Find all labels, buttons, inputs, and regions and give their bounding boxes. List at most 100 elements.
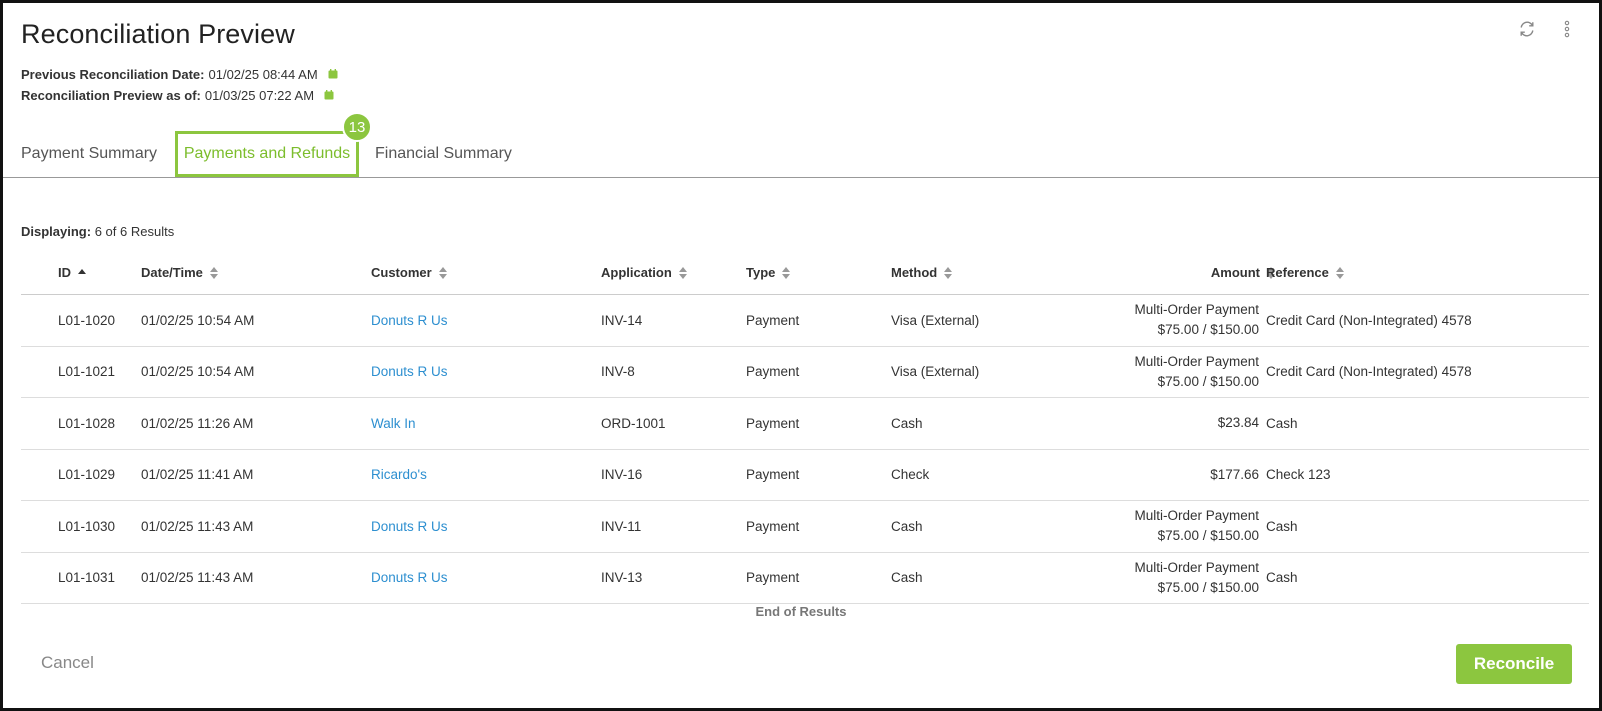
sort-icon (438, 266, 448, 280)
cell-date: 01/02/25 10:54 AM (141, 364, 255, 380)
cell-amount: Multi-Order Payment $75.00 / $150.00 (1134, 295, 1259, 346)
calendar-icon[interactable] (324, 88, 334, 103)
tab-financial-summary[interactable]: Financial Summary (371, 131, 521, 177)
cell-type: Payment (746, 312, 800, 328)
customer-link[interactable]: Donuts R Us (371, 347, 448, 398)
customer-link[interactable]: Donuts R Us (371, 295, 448, 346)
cell-method: Check (891, 467, 930, 483)
amount-line-1: Multi-Order Payment (1134, 302, 1259, 318)
cell-method: Cash (891, 518, 923, 534)
column-header-reference[interactable]: Reference (1266, 265, 1345, 280)
amount-line-2: $75.00 / $150.00 (1157, 373, 1259, 389)
column-header-label: Reference (1266, 265, 1329, 280)
tab-bar: Payment Summary Payments and Refunds Fin… (3, 123, 1599, 178)
end-of-results: End of Results (755, 604, 847, 619)
page-title: Reconciliation Preview (21, 19, 295, 49)
table-row[interactable]: L01-1028 01/02/25 11:26 AM Walk In ORD-1… (21, 398, 1589, 450)
cell-type: Payment (746, 467, 800, 483)
column-header-label: Date/Time (141, 265, 203, 280)
reconciliation-preview-panel: Reconciliation Preview Previous Reconcil… (0, 0, 1602, 711)
column-header-method[interactable]: Method (891, 265, 953, 280)
cancel-button[interactable]: Cancel (41, 653, 94, 673)
tab-payments-and-refunds[interactable]: Payments and Refunds (175, 131, 359, 177)
cell-reference: Check 123 (1266, 467, 1331, 483)
table-row[interactable]: L01-1020 01/02/25 10:54 AM Donuts R Us I… (21, 295, 1589, 347)
column-header-label: Method (891, 265, 938, 280)
cell-reference: Cash (1266, 570, 1298, 586)
cell-amount: $23.84 (1218, 398, 1259, 449)
cell-type: Payment (746, 570, 800, 586)
previous-reconciliation-label: Previous Reconciliation Date: (21, 67, 205, 82)
cell-amount: Multi-Order Payment $75.00 / $150.00 (1134, 347, 1259, 398)
table-header: ID Date/Time Customer Application Type M… (21, 253, 1589, 295)
cell-application: INV-8 (601, 364, 635, 380)
cell-method: Cash (891, 570, 923, 586)
amount-line-1: $23.84 (1217, 415, 1259, 431)
customer-link[interactable]: Walk In (371, 398, 416, 449)
preview-as-of-value: 01/03/25 07:22 AM (204, 88, 315, 103)
previous-reconciliation-value: 01/02/25 08:44 AM (208, 67, 318, 82)
column-header-date[interactable]: Date/Time (141, 265, 219, 280)
cell-id: L01-1021 (58, 364, 116, 380)
table-row[interactable]: L01-1029 01/02/25 11:41 AM Ricardo's INV… (21, 450, 1589, 501)
cell-reference: Cash (1266, 518, 1298, 534)
cell-amount: $177.66 (1210, 450, 1259, 501)
amount-line-1: Multi-Order Payment (1134, 559, 1259, 575)
sort-icon (209, 266, 219, 280)
amount-line-2: $75.00 / $150.00 (1157, 528, 1259, 544)
calendar-icon[interactable] (328, 67, 338, 82)
cell-application: ORD-1001 (601, 415, 666, 431)
column-header-label: ID (58, 265, 71, 280)
cell-id: L01-1028 (58, 415, 116, 431)
cell-method: Visa (External) (891, 312, 980, 328)
sort-icon (1335, 266, 1345, 280)
column-header-id[interactable]: ID (58, 265, 87, 280)
cell-amount: Multi-Order Payment $75.00 / $150.00 (1134, 501, 1259, 552)
cell-method: Cash (891, 415, 923, 431)
refresh-icon[interactable] (1517, 19, 1537, 39)
step-badge: 13 (342, 112, 372, 142)
customer-link[interactable]: Donuts R Us (371, 501, 448, 552)
table-row[interactable]: L01-1031 01/02/25 11:43 AM Donuts R Us I… (21, 553, 1589, 604)
cell-application: INV-14 (601, 312, 643, 328)
tab-payment-summary[interactable]: Payment Summary (21, 131, 161, 177)
column-header-type[interactable]: Type (746, 265, 791, 280)
customer-link[interactable]: Donuts R Us (371, 553, 448, 604)
cell-application: INV-11 (601, 518, 642, 534)
more-vertical-icon[interactable] (1557, 19, 1577, 39)
amount-line-2: $75.00 / $150.00 (1157, 579, 1259, 595)
results-count: Displaying: 6 of 6 Results (21, 224, 174, 239)
column-header-label: Customer (371, 265, 432, 280)
cell-date: 01/02/25 11:43 AM (141, 518, 254, 534)
preview-as-of-label: Reconciliation Preview as of: (21, 88, 201, 103)
column-header-label: Amount (1210, 265, 1260, 280)
cell-id: L01-1030 (58, 518, 116, 534)
cell-date: 01/02/25 11:41 AM (141, 467, 254, 483)
sort-icon (943, 266, 953, 280)
cell-type: Payment (746, 518, 800, 534)
reconciliation-preview-as-of: Reconciliation Preview as of: 01/03/25 0… (21, 88, 334, 103)
table-row[interactable]: L01-1021 01/02/25 10:54 AM Donuts R Us I… (21, 347, 1589, 398)
column-header-application[interactable]: Application (601, 265, 688, 280)
table-row[interactable]: L01-1030 01/02/25 11:43 AM Donuts R Us I… (21, 501, 1589, 553)
cell-application: INV-16 (601, 467, 643, 483)
cell-type: Payment (746, 415, 800, 431)
cell-id: L01-1029 (58, 467, 116, 483)
customer-link[interactable]: Ricardo's (371, 450, 427, 501)
reconcile-button[interactable]: Reconcile (1456, 644, 1572, 684)
results-count-label: Displaying: (21, 224, 92, 239)
cell-reference: Credit Card (Non-Integrated) 4578 (1266, 312, 1472, 328)
column-header-label: Type (746, 265, 776, 280)
column-header-label: Application (601, 265, 672, 280)
cell-amount: Multi-Order Payment $75.00 / $150.00 (1134, 553, 1259, 604)
cell-type: Payment (746, 364, 800, 380)
sort-icon (781, 266, 791, 280)
amount-line-1: $177.66 (1210, 466, 1259, 482)
payments-table: ID Date/Time Customer Application Type M… (21, 253, 1589, 604)
previous-reconciliation-date: Previous Reconciliation Date: 01/02/25 0… (21, 67, 338, 82)
amount-line-1: Multi-Order Payment (1134, 508, 1259, 524)
cell-method: Visa (External) (891, 364, 980, 380)
cell-reference: Cash (1266, 415, 1298, 431)
amount-line-2: $75.00 / $150.00 (1157, 322, 1259, 338)
column-header-customer[interactable]: Customer (371, 265, 448, 280)
